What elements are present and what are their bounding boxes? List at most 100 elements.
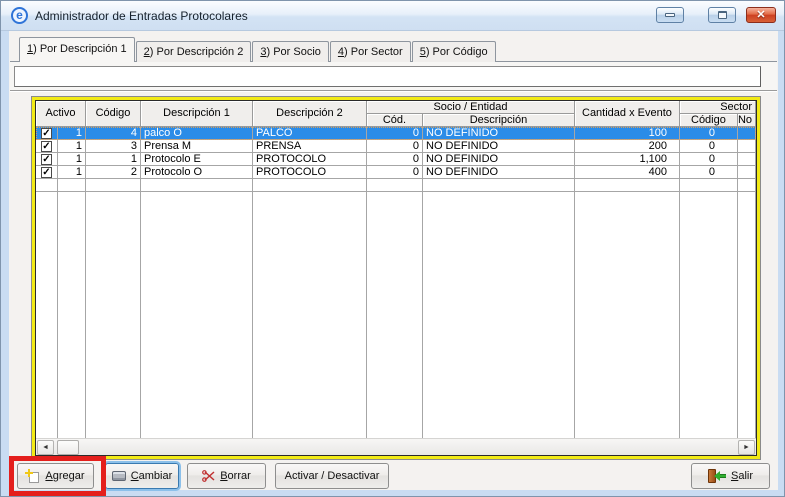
scissors-icon: [202, 470, 215, 482]
agregar-button[interactable]: Agregar: [17, 463, 94, 489]
tab-label: ) Por Código: [426, 46, 488, 58]
cell-descripcion2: PRENSA: [253, 140, 367, 153]
scroll-right-button[interactable]: ►: [738, 440, 755, 455]
salir-label: Salir: [731, 470, 753, 482]
window-title: Administrador de Entradas Protocolares: [35, 1, 248, 31]
col-header-sector-codigo[interactable]: Código: [680, 114, 738, 127]
cell-socio-cod: 0: [367, 166, 423, 179]
entries-grid: Activo Código Descripción 1 Descripción …: [31, 96, 761, 460]
col-header-cantidad[interactable]: Cantidad x Evento: [575, 101, 680, 127]
app-window: e Administrador de Entradas Protocolares…: [0, 0, 785, 497]
cell-descripcion1: Protocolo E: [141, 153, 253, 166]
tab-por-socio[interactable]: 3) Por Socio: [252, 41, 329, 62]
agregar-label: Agregar: [45, 470, 84, 482]
tab-label: ) Por Descripción 1: [33, 43, 127, 55]
cell-activo: 1: [58, 127, 86, 140]
col-header-descripcion1[interactable]: Descripción 1: [141, 101, 253, 127]
cell-cantidad: 100: [575, 127, 680, 140]
cell-cantidad: 1,100: [575, 153, 680, 166]
row-checkbox[interactable]: ✓: [41, 154, 52, 165]
tab-por-codigo[interactable]: 5) Por Código: [412, 41, 496, 62]
table-row[interactable]: ✓ 1 2 Protocolo O PROTOCOLO 0 NO DEFINID…: [36, 166, 756, 179]
cambiar-button[interactable]: Cambiar: [105, 463, 179, 489]
scroll-left-button[interactable]: ◄: [37, 440, 54, 455]
cell-codigo: 4: [86, 127, 141, 140]
cell-socio-descripcion: NO DEFINIDO: [423, 166, 575, 179]
cell-sector-no: [738, 153, 756, 166]
table-row[interactable]: ✓ 1 1 Protocolo E PROTOCOLO 0 NO DEFINID…: [36, 153, 756, 166]
table-row[interactable]: ✓ 1 4 palco O PALCO 0 NO DEFINIDO 100 0: [36, 127, 756, 140]
grid-yellow-border: Activo Código Descripción 1 Descripción …: [32, 97, 760, 459]
cell-sector-no: [738, 127, 756, 140]
col-header-codigo[interactable]: Código: [86, 101, 141, 127]
cell-socio-cod: 0: [367, 127, 423, 140]
row-checkbox[interactable]: ✓: [41, 167, 52, 178]
grid-header: Activo Código Descripción 1 Descripción …: [36, 101, 756, 127]
minimize-button[interactable]: [656, 7, 684, 23]
cell-activo: 1: [58, 153, 86, 166]
cell-sector-no: [738, 140, 756, 153]
cell-descripcion1: palco O: [141, 127, 253, 140]
scroll-right-icon: ►: [743, 444, 750, 451]
cell-codigo: 1: [86, 153, 141, 166]
salir-button[interactable]: Salir: [691, 463, 770, 489]
cell-socio-cod: 0: [367, 140, 423, 153]
tab-por-descripcion-1[interactable]: 1) Por Descripción 1: [19, 37, 135, 62]
cell-codigo: 3: [86, 140, 141, 153]
cell-sector-codigo: 0: [680, 153, 738, 166]
col-header-activo[interactable]: Activo: [36, 101, 86, 127]
col-header-sector[interactable]: Sector: [680, 101, 756, 114]
cell-socio-descripcion: NO DEFINIDO: [423, 127, 575, 140]
col-header-socio-cod[interactable]: Cód.: [367, 114, 423, 127]
cell-cantidad: 400: [575, 166, 680, 179]
row-checkbox[interactable]: ✓: [41, 141, 52, 152]
col-header-socio-descripcion[interactable]: Descripción: [423, 114, 575, 127]
table-row[interactable]: ✓ 1 3 Prensa M PRENSA 0 NO DEFINIDO 200 …: [36, 140, 756, 153]
col-group-socio-entidad: Socio / Entidad Cód. Descripción: [367, 101, 575, 127]
tab-por-sector[interactable]: 4) Por Sector: [330, 41, 411, 62]
close-icon: ✕: [756, 10, 765, 21]
tab-por-descripcion-2[interactable]: 2) Por Descripción 2: [136, 41, 252, 62]
cell-activo: 1: [58, 140, 86, 153]
cell-sector-no: [738, 166, 756, 179]
horizontal-scrollbar[interactable]: ◄ ►: [36, 438, 756, 455]
tab-label: ) Por Socio: [266, 46, 320, 58]
exit-door-icon: [708, 469, 726, 483]
cell-descripcion1: Prensa M: [141, 140, 253, 153]
row-checkbox[interactable]: ✓: [41, 128, 52, 139]
client-area: 1) Por Descripción 1 2) Por Descripción …: [9, 31, 778, 490]
borrar-button[interactable]: Borrar: [187, 463, 266, 489]
cell-sector-codigo: 0: [680, 140, 738, 153]
search-input[interactable]: [14, 66, 761, 87]
empty-row: [36, 179, 756, 192]
cell-socio-descripcion: NO DEFINIDO: [423, 153, 575, 166]
cell-descripcion1: Protocolo O: [141, 166, 253, 179]
activar-label: Activar / Desactivar: [285, 470, 380, 482]
scrollbar-thumb[interactable]: [57, 440, 79, 455]
activar-desactivar-button[interactable]: Activar / Desactivar: [275, 463, 389, 489]
cell-sector-codigo: 0: [680, 166, 738, 179]
tab-label: ) Por Sector: [344, 46, 403, 58]
cell-socio-descripcion: NO DEFINIDO: [423, 140, 575, 153]
cell-codigo: 2: [86, 166, 141, 179]
tab-label: ) Por Descripción 2: [150, 46, 244, 58]
tab-page: [10, 61, 777, 91]
col-header-descripcion2[interactable]: Descripción 2: [253, 101, 367, 127]
cell-sector-codigo: 0: [680, 127, 738, 140]
maximize-icon: [718, 11, 727, 19]
grid-empty-area: [36, 192, 756, 438]
new-item-icon: [26, 470, 40, 483]
cell-cantidad: 200: [575, 140, 680, 153]
col-header-socio-entidad[interactable]: Socio / Entidad: [367, 101, 575, 114]
title-bar: e Administrador de Entradas Protocolares…: [1, 1, 785, 31]
close-button[interactable]: ✕: [746, 7, 776, 23]
col-group-sector: Sector Código No: [680, 101, 756, 127]
col-header-sector-no[interactable]: No: [738, 114, 756, 127]
scroll-left-icon: ◄: [42, 444, 49, 451]
app-icon: e: [11, 7, 28, 24]
maximize-button[interactable]: [708, 7, 736, 23]
minimize-icon: [665, 13, 675, 17]
cell-descripcion2: PROTOCOLO: [253, 166, 367, 179]
borrar-label: Borrar: [220, 470, 251, 482]
tab-strip: 1) Por Descripción 1 2) Por Descripción …: [19, 37, 497, 62]
